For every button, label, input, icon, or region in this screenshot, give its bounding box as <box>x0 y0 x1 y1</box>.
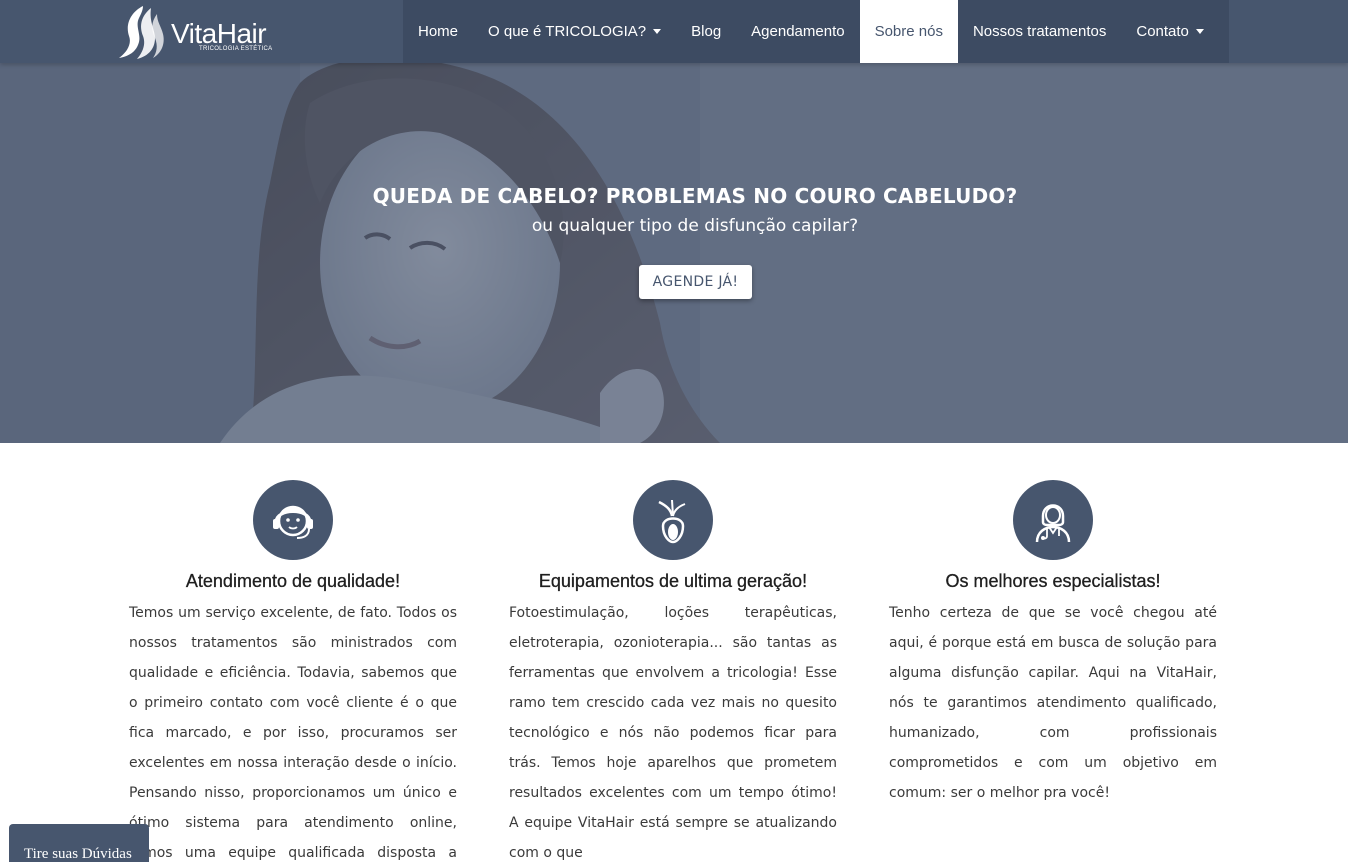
feature-title: Atendimento de qualidade! <box>185 571 401 591</box>
nav-sobre-nos-label: Sobre nós <box>874 23 943 40</box>
hero-overlay <box>0 63 1348 443</box>
nav-blog[interactable]: Blog <box>676 0 736 63</box>
nav-contato-label: Contato <box>1136 23 1189 40</box>
hero-title: QUEDA DE CABELO? PROBLEMAS NO COURO CABE… <box>372 184 1018 208</box>
nav-agendamento-label: Agendamento <box>751 23 845 40</box>
brand-logo[interactable]: VitaHair TRICOLOGIA ESTÉTICA <box>117 4 277 60</box>
main-nav: Home O que é TRICOLOGIA? Blog Agendament… <box>403 0 1219 63</box>
hero-banner: QUEDA DE CABELO? PROBLEMAS NO COURO CABE… <box>0 63 1348 443</box>
hair-follicle-icon <box>658 499 686 544</box>
headset-support-icon <box>273 505 313 539</box>
feature-title: Equipamentos de ultima geração! <box>538 571 808 591</box>
female-doctor-icon <box>1035 504 1071 543</box>
schedule-now-button[interactable]: AGENDE JÁ! <box>639 265 752 299</box>
chat-widget-tab[interactable]: Tire suas Dúvidas <box>9 824 149 862</box>
feature-text: Tenho certeza de que se você chegou até … <box>889 605 1217 801</box>
nav-tratamentos-label: Nossos tratamentos <box>972 23 1107 40</box>
nav-blog-label: Blog <box>691 23 722 40</box>
feature-atendimento: Atendimento de qualidade! Temos um servi… <box>129 480 457 862</box>
nav-agendamento[interactable]: Agendamento <box>736 0 859 63</box>
nav-tricologia-dropdown[interactable]: O que é TRICOLOGIA? <box>473 0 676 63</box>
caret-down-icon <box>1195 29 1204 34</box>
feature-icon-circle <box>253 480 333 560</box>
feature-icon-circle <box>1013 480 1093 560</box>
nav-tratamentos[interactable]: Nossos tratamentos <box>958 0 1121 63</box>
nav-tricologia-label: O que é TRICOLOGIA? <box>488 23 647 40</box>
caret-down-icon <box>653 29 662 34</box>
feature-icon-circle <box>633 480 713 560</box>
nav-home[interactable]: Home <box>403 0 473 63</box>
navbar: VitaHair TRICOLOGIA ESTÉTICA Home O que … <box>0 0 1348 63</box>
feature-title: Os melhores especialistas! <box>945 571 1161 591</box>
feature-especialistas: Os melhores especialistas! Tenho certeza… <box>889 480 1217 808</box>
feature-equipamentos: Equipamentos de ultima geração! Fotoesti… <box>509 480 837 862</box>
feature-text: Fotoestimulação, loções terapêuticas, el… <box>509 605 837 861</box>
nav-contato-dropdown[interactable]: Contato <box>1121 0 1219 63</box>
nav-home-label: Home <box>418 23 459 40</box>
feature-text: Temos um serviço excelente, de fato. Tod… <box>129 605 457 861</box>
hero-subtitle: ou qualquer tipo de disfunção capilar? <box>531 216 859 236</box>
nav-sobre-nos[interactable]: Sobre nós <box>859 0 958 63</box>
hair-silhouette-icon <box>119 6 164 59</box>
brand-tagline: TRICOLOGIA ESTÉTICA <box>199 46 273 52</box>
